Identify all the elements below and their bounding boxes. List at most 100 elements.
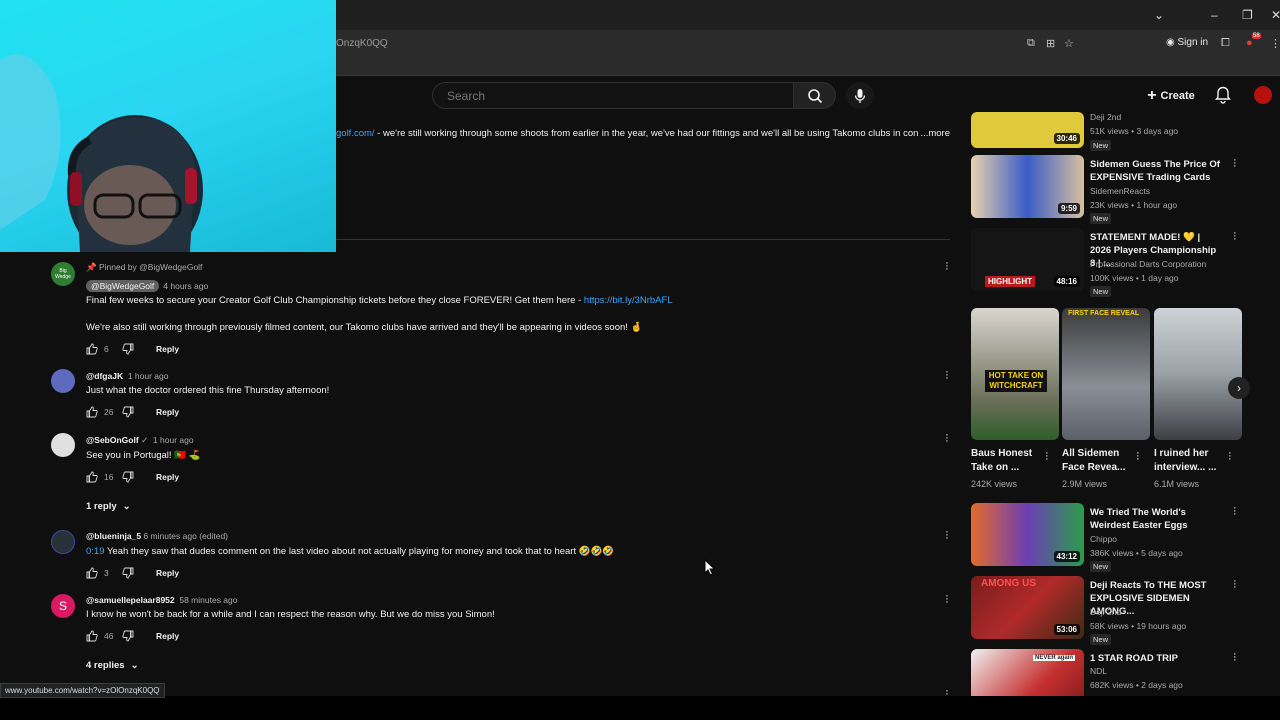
sidebar-video[interactable]: 43:12 We Tried The World's Weirdest East…	[971, 503, 1241, 572]
video-title[interactable]: Sidemen Guess The Price Of EXPENSIVE Tra…	[1090, 158, 1220, 184]
show-replies-button[interactable]: 4 replies ⌄	[86, 660, 139, 671]
timestamp-link[interactable]: 0:19	[86, 546, 105, 557]
comment-menu-icon[interactable]: · · ·	[943, 430, 951, 447]
comment-time[interactable]: 6 minutes ago (edited)	[143, 531, 228, 541]
comment-avatar[interactable]	[51, 369, 75, 393]
comment-time[interactable]: 4 hours ago	[163, 281, 208, 291]
like-icon[interactable]	[86, 471, 98, 483]
dislike-icon[interactable]	[122, 343, 134, 355]
comment-avatar[interactable]	[51, 530, 75, 554]
tab-list-chevron-icon[interactable]: ⌄	[1154, 8, 1164, 22]
like-icon[interactable]	[86, 343, 98, 355]
restore-icon[interactable]: ❐	[1242, 8, 1253, 22]
video-menu-icon[interactable]: · · ·	[1233, 228, 1237, 245]
search-button[interactable]	[794, 82, 836, 109]
search-input[interactable]	[433, 83, 793, 108]
video-menu-icon[interactable]: · · ·	[1233, 649, 1237, 666]
sidebar-video[interactable]: 30:46 Deji 2nd 51K views • 3 days ago Ne…	[971, 112, 1241, 151]
comment-menu-icon[interactable]: · · ·	[943, 527, 951, 544]
short-title[interactable]: I ruined her interview... ...	[1154, 447, 1224, 475]
dislike-icon[interactable]	[122, 630, 134, 642]
video-thumbnail[interactable]: HIGHLIGHT 48:16	[971, 228, 1084, 291]
comment-author[interactable]: @SebOnGolf	[86, 435, 139, 445]
short-menu-icon[interactable]: · · ·	[1136, 448, 1140, 465]
create-button[interactable]: + Create	[1140, 82, 1202, 109]
user-avatar[interactable]	[1254, 86, 1272, 104]
video-channel[interactable]: Deji 2nd	[1090, 607, 1121, 617]
sidebar-video[interactable]: 9:59 Sidemen Guess The Price Of EXPENSIV…	[971, 155, 1241, 224]
comment-header: @BigWedgeGolf 4 hours ago	[86, 280, 208, 292]
notifications-bell-icon[interactable]	[1215, 86, 1231, 104]
short-title[interactable]: All Sidemen Face Revea...	[1062, 447, 1132, 475]
sidebar-video[interactable]: NEVER again 1 STAR ROAD TRIP NDL 682K vi…	[971, 649, 1241, 696]
video-menu-icon[interactable]: · · ·	[1233, 576, 1237, 593]
like-icon[interactable]	[86, 630, 98, 642]
reply-button[interactable]: Reply	[156, 407, 179, 417]
sign-in-button[interactable]: ◉ Sign in	[1166, 37, 1208, 48]
like-icon[interactable]	[86, 567, 98, 579]
like-icon[interactable]	[86, 406, 98, 418]
close-window-icon[interactable]: ✕	[1271, 8, 1280, 22]
short-menu-icon[interactable]: · · ·	[1228, 448, 1232, 465]
comment-time[interactable]: 58 minutes ago	[179, 595, 237, 605]
extension-icon[interactable]: ●	[1246, 37, 1253, 49]
video-thumbnail[interactable]: 30:46	[971, 112, 1084, 148]
video-menu-icon[interactable]: · · ·	[1233, 503, 1237, 520]
video-channel[interactable]: Professional Darts Corporation	[1090, 259, 1206, 269]
comment-avatar[interactable]: S	[51, 594, 75, 618]
comment-menu-icon[interactable]: · · ·	[943, 591, 951, 608]
show-replies-button[interactable]: 1 reply ⌄	[86, 501, 131, 512]
comment-avatar[interactable]: Big Wedge	[51, 262, 75, 286]
description-link[interactable]: golf.com/	[336, 128, 375, 139]
status-bar-url: www.youtube.com/watch?v=zOlOnzqK0QQ	[0, 683, 165, 698]
video-menu-icon[interactable]: · · ·	[1233, 155, 1237, 172]
shorts-next-button[interactable]: ›	[1228, 377, 1250, 399]
comment-time[interactable]: 1 hour ago	[153, 435, 194, 445]
like-count: 16	[104, 472, 114, 482]
short-title[interactable]: Baus Honest Take on ...	[971, 447, 1041, 475]
video-channel[interactable]: Deji 2nd	[1090, 112, 1121, 122]
dislike-icon[interactable]	[122, 471, 134, 483]
comment-author[interactable]: @blueninja_5	[86, 531, 141, 541]
sidebar-video[interactable]: AMONG US 53:06 Deji Reacts To THE MOST E…	[971, 576, 1241, 645]
dislike-icon[interactable]	[122, 406, 134, 418]
reply-button[interactable]: Reply	[156, 472, 179, 482]
install-app-icon[interactable]: ⊞	[1046, 37, 1055, 50]
url-text[interactable]: OnzqK0QQ	[336, 38, 388, 49]
reply-button[interactable]: Reply	[156, 344, 179, 354]
comment-author[interactable]: @samuellepelaar8952	[86, 595, 175, 605]
short-thumbnail[interactable]: HOT TAKE ON WITCHCRAFT	[971, 308, 1059, 440]
video-channel[interactable]: SidemenReacts	[1090, 186, 1150, 196]
video-channel[interactable]: Chippo	[1090, 534, 1117, 544]
extensions-puzzle-icon[interactable]: ⧠	[1221, 37, 1230, 50]
video-title[interactable]: 1 STAR ROAD TRIP	[1090, 652, 1220, 665]
cast-icon[interactable]: ⧉	[1027, 37, 1035, 50]
comment-menu-icon[interactable]: · · ·	[943, 367, 951, 384]
video-thumbnail[interactable]: 9:59	[971, 155, 1084, 218]
reply-button[interactable]: Reply	[156, 631, 179, 641]
description-more-button[interactable]: ...more	[918, 128, 950, 139]
video-thumbnail[interactable]: 43:12	[971, 503, 1084, 566]
comment-menu-icon[interactable]: · · ·	[943, 258, 951, 275]
sidebar-video[interactable]: HIGHLIGHT 48:16 STATEMENT MADE! 💛 | 2026…	[971, 228, 1241, 297]
comment-author[interactable]: @dfgaJK	[86, 371, 123, 381]
comment-author[interactable]: @BigWedgeGolf	[86, 280, 160, 292]
reply-button[interactable]: Reply	[156, 568, 179, 578]
comment-avatar[interactable]	[51, 433, 75, 457]
bookmark-star-icon[interactable]: ☆	[1064, 37, 1074, 50]
video-channel[interactable]: NDL	[1090, 666, 1107, 676]
dislike-icon[interactable]	[122, 567, 134, 579]
video-thumbnail[interactable]: AMONG US 53:06	[971, 576, 1084, 639]
browser-menu-icon[interactable]: ⋮	[1270, 37, 1280, 50]
comment-header: @SebOnGolf ✓ 1 hour ago	[86, 435, 194, 446]
comment-time[interactable]: 1 hour ago	[128, 371, 169, 381]
minimize-icon[interactable]: –	[1211, 8, 1218, 22]
short-menu-icon[interactable]: · · ·	[1045, 448, 1049, 465]
voice-search-button[interactable]	[846, 82, 874, 109]
comment-link[interactable]: https://bit.ly/3NrbAFL	[584, 295, 673, 306]
short-thumbnail[interactable]: FIRST FACE REVEAL	[1062, 308, 1150, 440]
short-thumbnail[interactable]	[1154, 308, 1242, 440]
search-box[interactable]	[432, 82, 794, 109]
video-thumbnail[interactable]: NEVER again	[971, 649, 1084, 696]
video-title[interactable]: We Tried The World's Weirdest Easter Egg…	[1090, 506, 1220, 532]
